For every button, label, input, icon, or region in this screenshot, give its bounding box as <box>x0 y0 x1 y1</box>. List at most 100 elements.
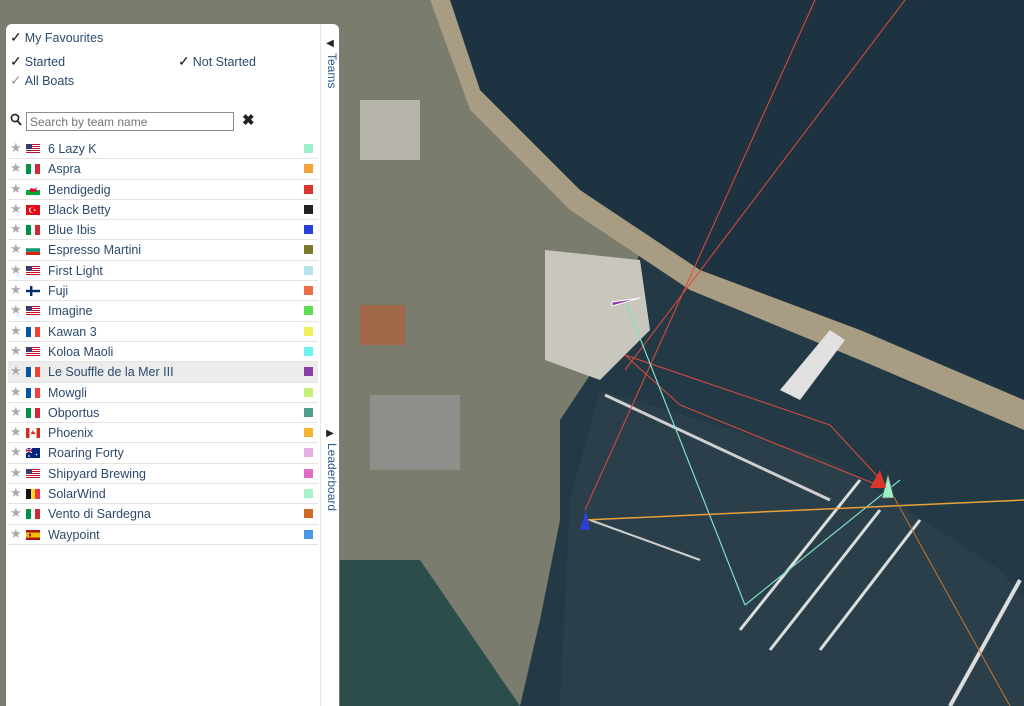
team-name: Phoenix <box>48 426 94 441</box>
checkmark-icon: ✓ <box>10 72 22 88</box>
favourite-star-icon[interactable]: ★ <box>10 201 22 217</box>
country-flag-icon <box>26 529 40 540</box>
team-row[interactable]: ★ First Light <box>8 261 318 282</box>
favourite-star-icon[interactable]: ★ <box>10 444 22 460</box>
filter-label: My Favourites <box>24 31 104 45</box>
team-row[interactable]: ★ Koloa Maoli <box>8 342 318 363</box>
team-color-swatch[interactable] <box>304 428 313 438</box>
favourite-star-icon[interactable]: ★ <box>10 262 22 278</box>
team-row[interactable]: ★ Aspra <box>8 159 318 180</box>
team-color-swatch[interactable] <box>304 529 313 539</box>
team-name: Waypoint <box>48 527 100 542</box>
team-color-swatch[interactable] <box>304 387 313 397</box>
favourite-star-icon[interactable]: ★ <box>10 323 22 339</box>
team-name: Obportus <box>48 405 100 420</box>
team-name: 6 Lazy K <box>48 142 97 156</box>
favourite-star-icon[interactable]: ★ <box>10 424 22 440</box>
country-flag-icon <box>26 387 40 398</box>
favourite-star-icon[interactable]: ★ <box>10 485 22 501</box>
country-flag-icon <box>26 427 40 439</box>
team-row[interactable]: ★ Obportus <box>8 403 318 424</box>
search-input[interactable] <box>26 112 234 131</box>
filter-not-started[interactable]: ✓ Not Started <box>178 53 256 70</box>
team-color-swatch[interactable] <box>304 204 313 214</box>
country-flag-icon <box>26 244 40 256</box>
team-row[interactable]: ★ 6 Lazy K <box>8 139 318 160</box>
team-row[interactable]: ★ Roaring Forty <box>8 443 318 464</box>
country-flag-icon <box>26 488 40 500</box>
team-row[interactable]: ★ Phoenix <box>8 423 318 444</box>
country-flag-icon <box>26 468 40 479</box>
filter-started[interactable]: ✓ Started <box>10 53 65 70</box>
team-color-swatch[interactable] <box>304 144 313 153</box>
team-name: SolarWind <box>48 487 106 502</box>
team-row[interactable]: ★ SolarWind <box>8 484 318 505</box>
team-color-swatch[interactable] <box>304 509 313 519</box>
team-color-swatch[interactable] <box>304 468 313 478</box>
checkmark-icon: ✓ <box>10 53 22 69</box>
search-bar: ✖ <box>10 112 310 132</box>
filter-my-favourites[interactable]: ✓ My Favourites <box>10 29 103 46</box>
favourite-star-icon[interactable]: ★ <box>10 160 22 176</box>
team-row[interactable]: ★ Black Betty <box>8 200 318 221</box>
team-color-swatch[interactable] <box>304 407 313 417</box>
favourite-star-icon[interactable]: ★ <box>10 181 22 197</box>
team-row[interactable]: ★ Shipyard Brewing <box>8 464 318 485</box>
favourite-star-icon[interactable]: ★ <box>10 343 22 359</box>
team-color-swatch[interactable] <box>304 489 313 499</box>
filter-all-boats[interactable]: ✓ All Boats <box>10 72 74 89</box>
country-flag-icon <box>26 305 40 317</box>
team-color-swatch[interactable] <box>304 225 313 235</box>
country-flag-icon <box>26 326 40 337</box>
building <box>360 100 420 160</box>
team-name: Kawan 3 <box>48 324 97 339</box>
country-flag-icon <box>26 366 40 378</box>
team-color-swatch[interactable] <box>304 326 313 336</box>
team-color-swatch[interactable] <box>304 448 313 458</box>
favourite-star-icon[interactable]: ★ <box>10 140 22 156</box>
expand-right-icon[interactable]: ▶ <box>321 428 339 439</box>
favourite-star-icon[interactable]: ★ <box>10 505 22 521</box>
team-row[interactable]: ★ Le Souffle de la Mer III <box>8 362 318 383</box>
favourite-star-icon[interactable]: ★ <box>10 404 22 420</box>
clear-search-icon[interactable]: ✖ <box>242 111 255 129</box>
team-color-swatch[interactable] <box>304 346 313 356</box>
team-name: Fuji <box>48 284 69 299</box>
filter-label: Not Started <box>192 55 256 69</box>
country-flag-icon <box>26 407 40 418</box>
team-color-swatch[interactable] <box>304 306 313 316</box>
team-row[interactable]: ★ Blue Ibis <box>8 220 318 241</box>
team-color-swatch[interactable] <box>304 245 313 255</box>
team-color-swatch[interactable] <box>304 164 313 174</box>
team-row[interactable]: ★ Mowgli <box>8 383 318 403</box>
team-color-swatch[interactable] <box>304 367 313 377</box>
tab-teams-label: Teams <box>325 53 339 89</box>
team-row[interactable]: ★ Vento di Sardegna <box>8 504 318 525</box>
favourite-star-icon[interactable]: ★ <box>10 526 22 542</box>
tab-teams[interactable]: ◀ Teams <box>321 38 339 88</box>
favourite-star-icon[interactable]: ★ <box>10 465 22 481</box>
team-list: ★ 6 Lazy K ★ Aspra ★ Bendigedig ★ Black Betty ★ B… <box>8 139 318 545</box>
collapse-left-icon[interactable]: ◀ <box>321 38 339 49</box>
favourite-star-icon[interactable]: ★ <box>10 363 22 379</box>
favourite-star-icon[interactable]: ★ <box>10 221 22 237</box>
team-row[interactable]: ★ Fuji <box>8 281 318 302</box>
team-row[interactable]: ★ Imagine <box>8 301 318 322</box>
building <box>360 305 405 345</box>
tab-leaderboard[interactable]: ▶ Leaderboard <box>321 428 339 511</box>
team-row[interactable]: ★ Waypoint <box>8 525 318 545</box>
team-color-swatch[interactable] <box>304 184 313 194</box>
team-color-swatch[interactable] <box>304 265 313 275</box>
country-flag-icon <box>26 143 40 154</box>
team-row[interactable]: ★ Bendigedig <box>8 180 318 200</box>
favourite-star-icon[interactable]: ★ <box>10 302 22 318</box>
team-name: Vento di Sardegna <box>48 507 151 522</box>
favourite-star-icon[interactable]: ★ <box>10 384 22 400</box>
team-row[interactable]: ★ Espresso Martini <box>8 240 318 261</box>
team-color-swatch[interactable] <box>304 286 313 296</box>
team-row[interactable]: ★ Kawan 3 <box>8 322 318 342</box>
favourite-star-icon[interactable]: ★ <box>10 241 22 257</box>
filter-label: All Boats <box>24 74 75 88</box>
favourite-star-icon[interactable]: ★ <box>10 282 22 298</box>
country-flag-icon <box>26 265 40 276</box>
